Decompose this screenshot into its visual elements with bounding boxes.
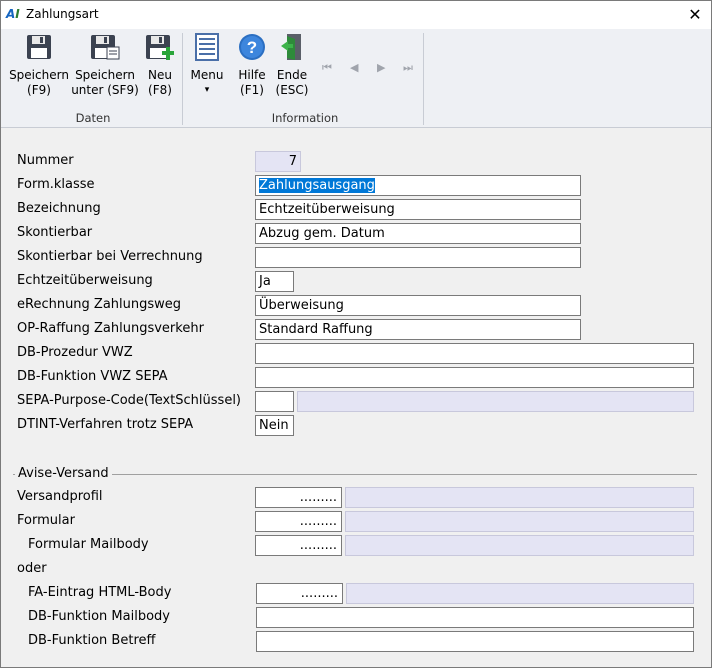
formklasse-field[interactable]: Zahlungsausgang [255,175,581,196]
versandprofil-lookup-field[interactable]: ......... [255,487,342,508]
menu-button[interactable]: Menu ▾ [189,33,225,98]
dialog-window: AI Zahlungsart ✕ Speichern (F9) Speicher… [0,0,712,668]
label-nummer: Nummer [17,153,74,168]
label-sepa-purpose-code: SEPA-Purpose-Code(TextSchlüssel) [17,393,241,408]
exit-label-1: Ende [276,68,308,82]
formklasse-value: Zahlungsausgang [259,178,375,193]
save-label-1: Speichern [9,68,69,82]
previous-record-icon[interactable]: ◀ [350,61,358,74]
skontierbar-verrechnung-field[interactable] [255,247,581,268]
label-formklasse: Form.klasse [17,177,95,192]
ribbon-toolbar: Speichern (F9) Speichern unter (SF9) Neu… [1,29,711,128]
versandprofil-description-field [345,487,694,508]
label-oder: oder [17,561,47,576]
new-label-2: (F8) [148,83,172,97]
save-as-icon [91,35,120,60]
label-op-raffung: OP-Raffung Zahlungsverkehr [17,321,204,336]
label-db-funktion-mailbody: DB-Funktion Mailbody [28,609,170,624]
label-erechnung-zahlungsweg: eRechnung Zahlungsweg [17,297,182,312]
fa-eintrag-lookup-field[interactable]: ......... [256,583,343,604]
label-db-funktion-vwz-sepa: DB-Funktion VWZ SEPA [17,369,168,384]
floppy-disk-icon [27,35,51,59]
label-bezeichnung: Bezeichnung [17,201,101,216]
app-logo: AI [6,7,20,21]
label-versandprofil: Versandprofil [17,489,103,504]
label-db-funktion-betreff: DB-Funktion Betreff [28,633,156,648]
formular-lookup-field[interactable]: ......... [255,511,342,532]
exit-door-icon [281,34,301,60]
help-icon: ? [239,34,265,60]
ribbon-separator [423,33,424,125]
group-label-daten: Daten [75,111,111,125]
save-as-label-2: unter (SF9) [71,83,139,97]
title-bar: AI Zahlungsart ✕ [1,1,711,29]
menu-list-icon [195,33,219,61]
help-button[interactable]: ? Hilfe (F1) [234,33,270,98]
db-funktion-betreff-field[interactable] [256,631,694,652]
label-db-prozedur-vwz: DB-Prozedur VWZ [17,345,133,360]
skontierbar-field[interactable]: Abzug gem. Datum [255,223,581,244]
save-as-label-1: Speichern [75,68,135,82]
label-dtint-verfahren: DTINT-Verfahren trotz SEPA [17,417,194,432]
formular-mailbody-lookup-field[interactable]: ......... [255,535,342,556]
group-label-information: Information [271,111,339,125]
group-divider [13,474,697,475]
menu-dropdown-icon: ▾ [204,85,210,95]
exit-label-2: (ESC) [275,83,309,97]
nummer-field: 7 [255,151,301,172]
label-formular: Formular [17,513,75,528]
close-button[interactable]: ✕ [681,3,709,27]
label-formular-mailbody: Formular Mailbody [28,537,149,552]
save-as-button[interactable]: Speichern unter (SF9) [71,33,139,98]
new-label-1: Neu [148,68,172,82]
help-label-1: Hilfe [238,68,266,82]
label-skontierbar-verrechnung: Skontierbar bei Verrechnung [17,249,203,264]
ribbon-separator [182,33,183,125]
save-label-2: (F9) [27,83,51,97]
new-button[interactable]: Neu (F8) [141,33,179,98]
menu-label: Menu [190,68,224,82]
op-raffung-field[interactable]: Standard Raffung [255,319,581,340]
next-record-icon[interactable]: ▶ [377,61,385,74]
formular-mailbody-description-field [345,535,694,556]
new-record-icon [146,35,174,60]
fa-eintrag-description-field [346,583,694,604]
dtint-verfahren-field[interactable]: Nein [255,415,294,436]
db-funktion-vwz-sepa-field[interactable] [255,367,694,388]
exit-button[interactable]: Ende (ESC) [273,33,311,98]
sepa-purpose-description-field [297,391,694,412]
db-prozedur-vwz-field[interactable] [255,343,694,364]
bezeichnung-field[interactable]: Echtzeitüberweisung [255,199,581,220]
erechnung-zahlungsweg-field[interactable]: Überweisung [255,295,581,316]
label-skontierbar: Skontierbar [17,225,93,240]
sepa-purpose-code-field[interactable] [255,391,294,412]
first-record-icon[interactable]: ⏮ [322,61,332,75]
help-label-2: (F1) [240,83,264,97]
window-title: Zahlungsart [26,7,99,21]
last-record-icon[interactable]: ⏭ [403,61,413,75]
db-funktion-mailbody-field[interactable] [256,607,694,628]
echtzeitueberweisung-field[interactable]: Ja [255,271,294,292]
formular-description-field [345,511,694,532]
svg-text:?: ? [247,38,257,57]
save-button[interactable]: Speichern (F9) [8,33,70,98]
label-echtzeitueberweisung: Echtzeitüberweisung [17,273,153,288]
label-fa-eintrag-html-body: FA-Eintrag HTML-Body [28,585,172,600]
group-title-avise-versand: Avise-Versand [15,466,112,481]
